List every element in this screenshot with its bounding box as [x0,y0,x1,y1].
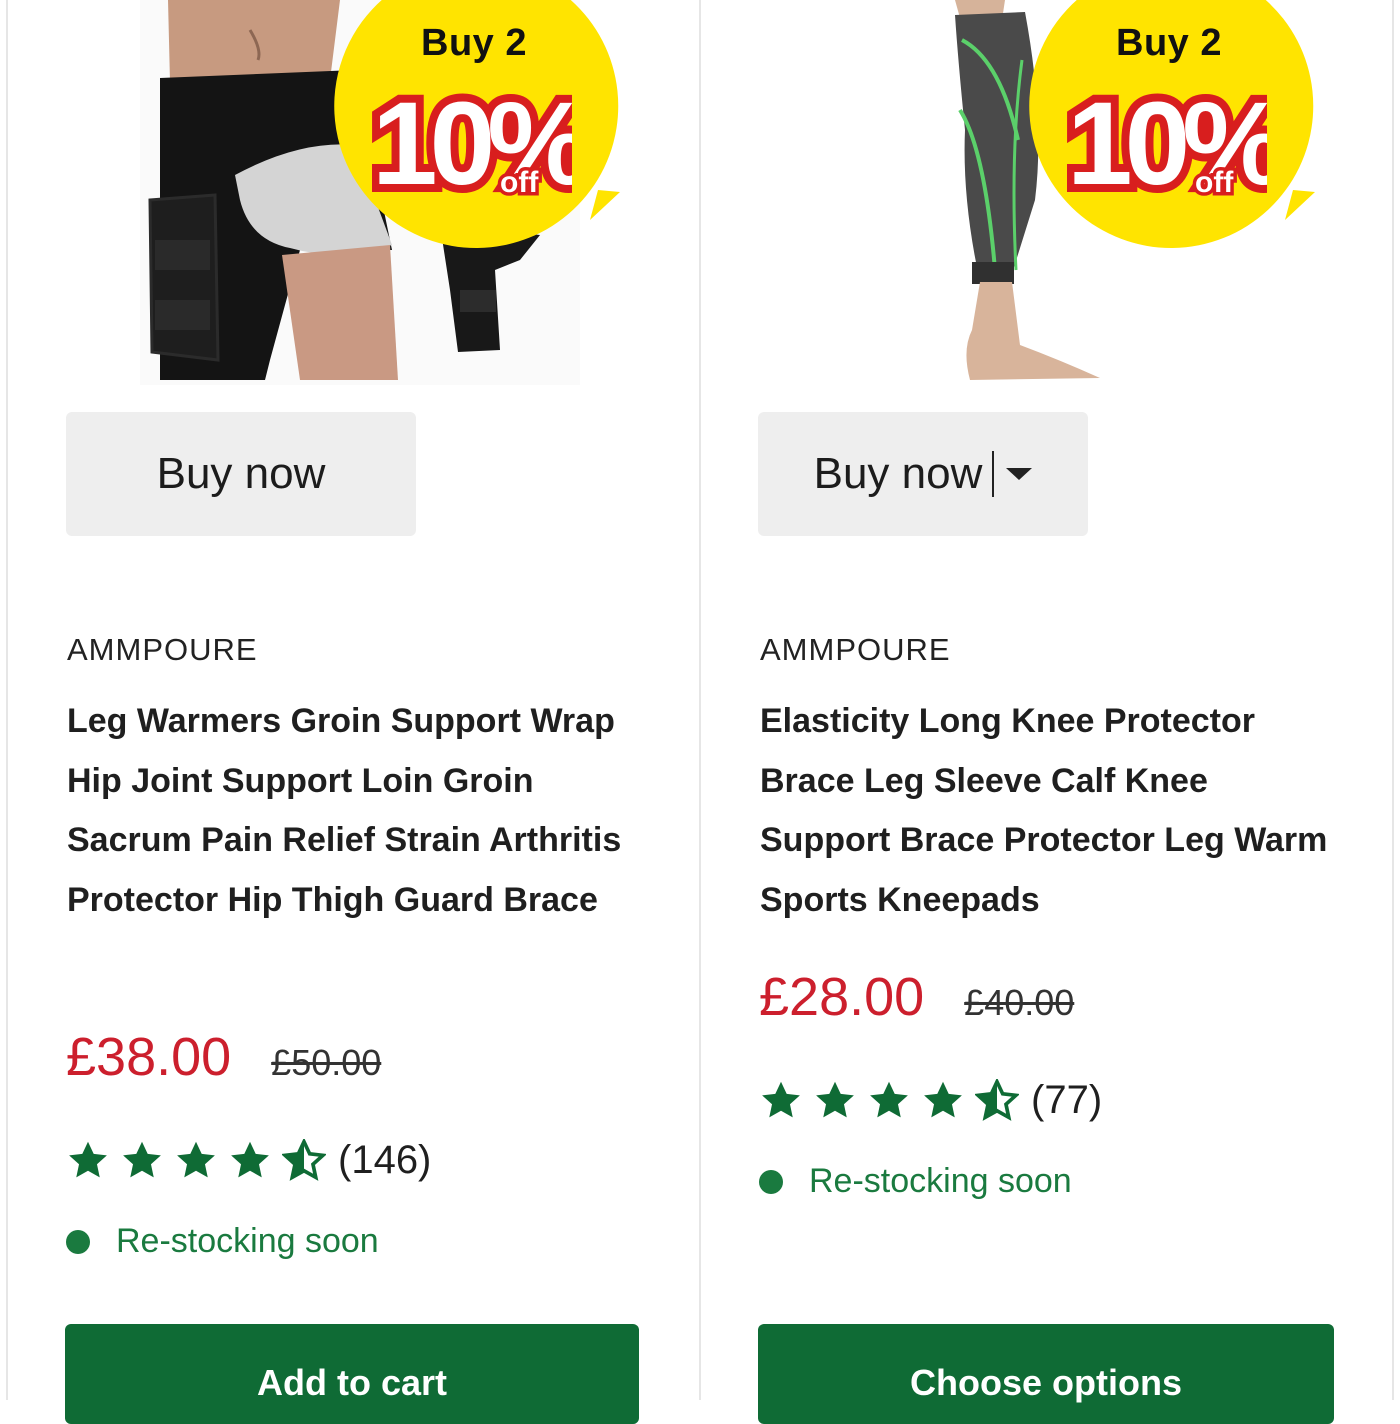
price-row: £38.00 £50.00 [66,1026,381,1088]
review-count: (77) [1031,1078,1103,1122]
review-count: (146) [338,1138,432,1182]
product-image-link[interactable]: Buy 2 10% off [700,0,1320,385]
status-dot-icon [66,1229,90,1254]
stock-status-text: Re-stocking soon [116,1222,379,1260]
product-brand: AMMPOURE [760,632,951,667]
choose-options-button[interactable]: Choose options [758,1324,1334,1424]
button-separator [992,451,995,497]
badge-buy-text: Buy 2 [421,22,527,64]
add-to-cart-label: Add to cart [256,1362,447,1403]
original-price: £40.00 [964,982,1075,1023]
buy-now-button[interactable]: Buy now [66,412,416,536]
buy-now-split-button[interactable]: Buy now [758,412,1088,536]
buy-now-label: Buy now [156,449,326,498]
star-full-icon [123,1141,161,1177]
star-rating [759,1078,1029,1123]
product-brand: AMMPOURE [67,632,258,667]
add-to-cart-button[interactable]: Add to cart [65,1324,639,1424]
product-title-link[interactable]: Elasticity Long Knee Protector Brace Leg… [760,692,1330,930]
chevron-down-icon[interactable] [1006,468,1033,480]
stock-status: Re-stocking soon [759,1162,1072,1201]
stock-status-text: Re-stocking soon [809,1162,1072,1200]
star-half-icon [975,1078,1019,1121]
product-image-link[interactable]: Buy 2 10% off [0,0,620,385]
choose-options-label: Choose options [910,1362,1182,1403]
star-full-icon [924,1081,962,1117]
badge-percent-text: 10% [1067,78,1267,202]
stock-status: Re-stocking soon [66,1222,379,1261]
star-rating [66,1138,336,1183]
product-card: Buy 2 10% off Buy now AMMPOURE Elasticit… [700,0,1392,1424]
badge-percent-text: 10% [372,78,572,202]
grid-divider-right [1392,0,1394,1400]
badge-percent-graphic: 10% off [372,72,572,202]
product-card: Buy 2 10% off Buy now AMMPOURE Leg Warme… [0,0,698,1424]
product-title-link[interactable]: Leg Warmers Groin Support Wrap Hip Joint… [67,692,637,930]
star-full-icon [231,1141,269,1177]
star-full-icon [816,1081,854,1117]
rating-row[interactable]: (146) [66,1138,431,1183]
buy-now-label: Buy now [813,449,983,498]
star-full-icon [870,1081,908,1117]
sale-price: £28.00 [759,967,925,1027]
badge-off-text: off [500,166,539,199]
badge-percent-graphic: 10% off [1067,72,1267,202]
badge-off-text: off [1195,166,1234,199]
rating-row[interactable]: (77) [759,1078,1102,1123]
star-half-icon [282,1138,326,1181]
star-full-icon [762,1081,800,1117]
star-full-icon [177,1141,215,1177]
original-price: £50.00 [271,1042,382,1083]
badge-buy-text: Buy 2 [1116,22,1222,64]
status-dot-icon [759,1169,783,1194]
sale-price: £38.00 [66,1027,232,1087]
buy-2-10-off-badge: Buy 2 10% off [1023,0,1315,252]
buy-2-10-off-badge: Buy 2 10% off [328,0,620,252]
star-full-icon [69,1141,107,1177]
price-row: £28.00 £40.00 [759,966,1074,1028]
